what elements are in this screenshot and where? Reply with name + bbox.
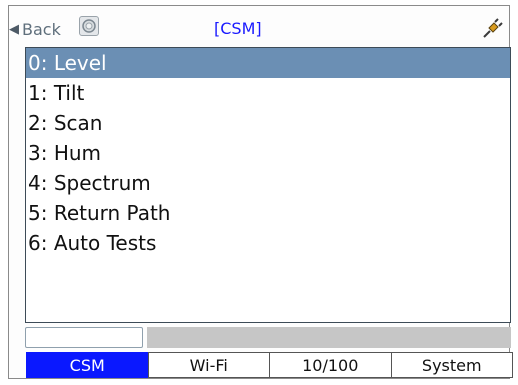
refresh-icon[interactable] bbox=[79, 16, 99, 36]
menu-item-hum[interactable]: 3: Hum bbox=[26, 138, 510, 168]
plug-icon bbox=[481, 17, 503, 43]
tab-csm[interactable]: CSM bbox=[26, 352, 149, 378]
tab-system[interactable]: System bbox=[390, 352, 513, 378]
menu-item-tilt[interactable]: 1: Tilt bbox=[26, 78, 510, 108]
back-arrow-icon: ◀ bbox=[9, 21, 19, 37]
status-input-field[interactable] bbox=[25, 327, 143, 348]
tab-10-100[interactable]: 10/100 bbox=[269, 352, 392, 378]
menu-item-auto-tests[interactable]: 6: Auto Tests bbox=[26, 228, 510, 258]
menu-list: 0: Level 1: Tilt 2: Scan 3: Hum 4: Spect… bbox=[25, 47, 511, 323]
status-bar bbox=[147, 327, 511, 348]
back-label: Back bbox=[22, 19, 61, 39]
tab-wifi[interactable]: Wi-Fi bbox=[147, 352, 270, 378]
menu-item-spectrum[interactable]: 4: Spectrum bbox=[26, 168, 510, 198]
menu-item-return-path[interactable]: 5: Return Path bbox=[26, 198, 510, 228]
page-title: [CSM] bbox=[214, 19, 262, 38]
header-bar: ◀ Back [CSM] bbox=[9, 15, 509, 43]
tab-bar: CSM Wi-Fi 10/100 System bbox=[26, 352, 513, 378]
menu-item-scan[interactable]: 2: Scan bbox=[26, 108, 510, 138]
menu-item-level[interactable]: 0: Level bbox=[26, 48, 510, 78]
